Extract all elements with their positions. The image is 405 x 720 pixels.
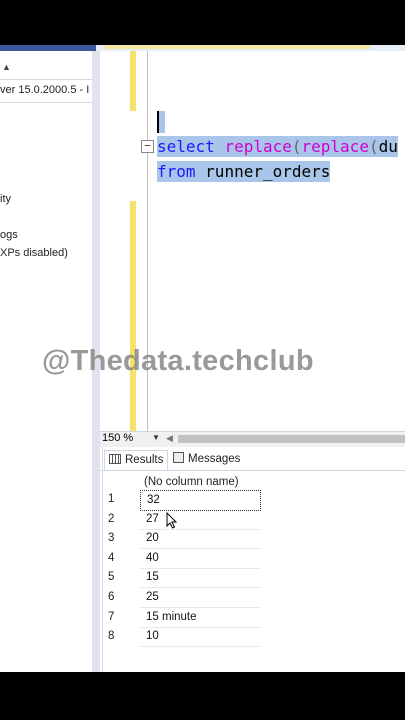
scroll-left-icon[interactable]: ◀ (166, 433, 173, 444)
tab-results[interactable]: Results (104, 450, 168, 470)
grid-icon (109, 454, 121, 464)
row-number[interactable]: 5 (108, 571, 136, 583)
results-tabs: Results Messages (100, 450, 405, 471)
row-number[interactable]: 7 (108, 611, 136, 623)
grid-cell[interactable]: 10 (140, 627, 261, 647)
grid-cell[interactable]: 27 (140, 510, 261, 530)
grid-cell[interactable]: 40 (140, 549, 261, 569)
editor-status-bar: 150 % ▼ ◀ (100, 431, 405, 447)
collapse-icon[interactable]: − (141, 140, 154, 153)
mouse-pointer-icon (166, 512, 178, 529)
selection-start (159, 111, 165, 133)
row-number[interactable]: 2 (108, 513, 136, 525)
watermark: @Thedata.techclub (42, 345, 314, 377)
keyword-select: select (157, 137, 215, 156)
tab-messages-label: Messages (188, 453, 241, 465)
results-border (102, 447, 103, 672)
server-node[interactable]: ver 15.0.2000.5 - I (0, 79, 92, 103)
row-number[interactable]: 8 (108, 630, 136, 642)
paren-1: ( (291, 137, 302, 156)
code-tail: du (378, 137, 398, 156)
grid-cell[interactable]: 32 (140, 490, 261, 511)
row-number[interactable]: 4 (108, 552, 136, 564)
function-replace-2: replace (301, 137, 369, 156)
zoom-select[interactable]: 150 % (102, 432, 133, 444)
function-replace-1: replace (224, 137, 292, 156)
code-line-1[interactable]: select replace(replace(du (157, 136, 398, 157)
grid-cell[interactable]: 25 (140, 588, 261, 608)
keyword-from: from (157, 162, 196, 181)
row-number[interactable]: 3 (108, 532, 136, 544)
tab-results-label: Results (125, 454, 164, 466)
table-name: runner_orders (205, 162, 331, 181)
grid-cell[interactable]: 20 (140, 529, 261, 549)
explorer-item-security[interactable]: ity (0, 193, 11, 205)
grid-cell[interactable]: 15 minute (140, 608, 261, 628)
horizontal-scrollbar[interactable] (178, 435, 405, 443)
change-bar-gap (130, 111, 136, 201)
grid-cell[interactable]: 15 (140, 568, 261, 588)
messages-icon (173, 452, 184, 463)
row-number[interactable]: 6 (108, 591, 136, 603)
chevron-icon[interactable]: ▲ (2, 62, 11, 72)
paren-2: ( (368, 137, 379, 156)
explorer-item-agent[interactable]: XPs disabled) (0, 247, 68, 259)
explorer-item-logs[interactable]: ogs (0, 229, 18, 241)
row-number[interactable]: 1 (108, 493, 136, 505)
results-pane: Results Messages (No column name) 1 32 2… (100, 447, 405, 672)
editor-tab-strip (104, 45, 370, 49)
zoom-dropdown-icon[interactable]: ▼ (152, 433, 160, 442)
server-label[interactable]: ver 15.0.2000.5 - I (0, 84, 89, 96)
tab-messages[interactable]: Messages (170, 450, 246, 469)
code-line-2[interactable]: from runner_orders (157, 161, 331, 182)
text-caret (157, 111, 159, 133)
